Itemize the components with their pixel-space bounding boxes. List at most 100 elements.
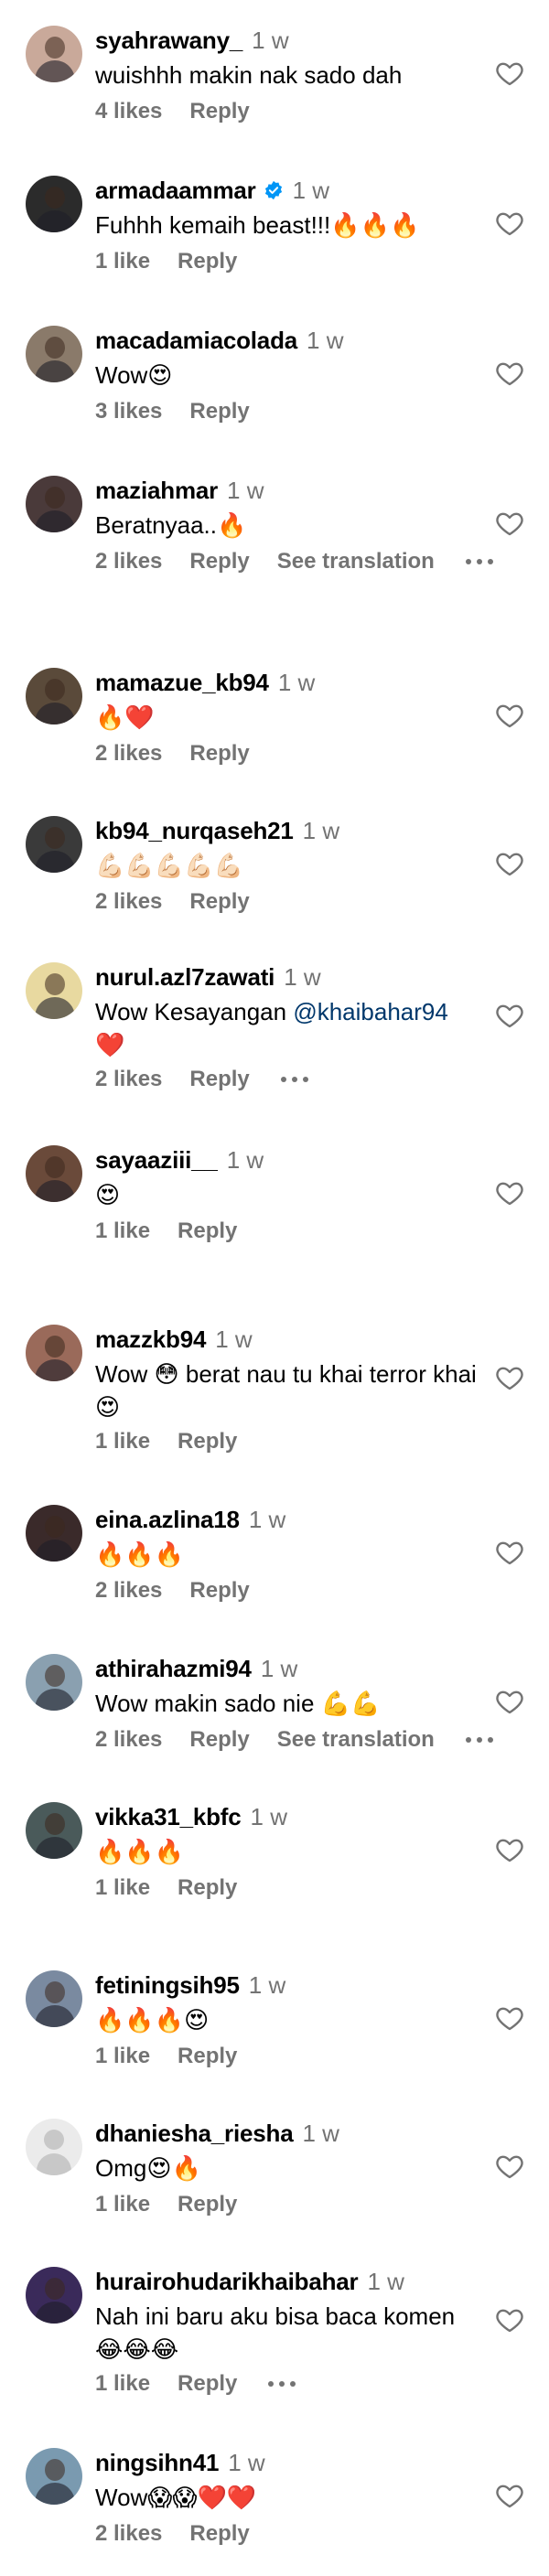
likes-count[interactable]: 2 likes [95, 1727, 162, 1753]
likes-count[interactable]: 1 like [95, 1218, 150, 1244]
more-dots-icon[interactable] [465, 559, 493, 564]
username[interactable]: ningsihn41 [95, 2449, 219, 2477]
heart-outline-icon[interactable] [494, 1835, 525, 1864]
avatar[interactable] [26, 26, 82, 82]
reply-button[interactable]: Reply [189, 549, 249, 574]
heart-outline-icon[interactable] [494, 1687, 525, 1716]
reply-button[interactable]: Reply [189, 889, 249, 915]
reply-button[interactable]: Reply [178, 2192, 237, 2217]
avatar[interactable] [26, 476, 82, 532]
heart-outline-icon[interactable] [494, 701, 525, 730]
username[interactable]: nurul.azl7zawati [95, 963, 274, 992]
avatar[interactable] [26, 1325, 82, 1381]
reply-button[interactable]: Reply [178, 1218, 237, 1244]
comment-text: 🔥🔥🔥 [95, 1540, 185, 1568]
comment-header: mazzkb94 1 w [95, 1325, 253, 1354]
likes-count[interactable]: 2 likes [95, 1578, 162, 1604]
comment-text: Beratnyaa..🔥 [95, 511, 247, 539]
comment-header: vikka31_kbfc 1 w [95, 1802, 287, 1831]
avatar[interactable] [26, 1145, 82, 1202]
avatar[interactable] [26, 1802, 82, 1859]
heart-outline-icon[interactable] [494, 1538, 525, 1567]
avatar[interactable] [26, 668, 82, 724]
comment-actions: 1 like Reply [95, 247, 264, 276]
avatar[interactable] [26, 816, 82, 873]
heart-outline-icon[interactable] [494, 2481, 525, 2510]
more-dots-icon[interactable] [280, 1077, 308, 1082]
reply-button[interactable]: Reply [189, 1067, 249, 1092]
heart-outline-icon[interactable] [494, 59, 525, 88]
likes-count[interactable]: 1 like [95, 2044, 150, 2069]
username[interactable]: mamazue_kb94 [95, 669, 269, 697]
reply-button[interactable]: Reply [178, 2044, 237, 2069]
heart-outline-icon[interactable] [494, 849, 525, 878]
heart-outline-icon[interactable] [494, 1001, 525, 1030]
likes-count[interactable]: 1 like [95, 249, 150, 274]
avatar[interactable] [26, 2119, 82, 2175]
username[interactable]: eina.azlina18 [95, 1506, 240, 1534]
username[interactable]: syahrawany_ [95, 27, 242, 55]
likes-count[interactable]: 2 likes [95, 741, 162, 767]
comment-actions: 1 like Reply [95, 2042, 264, 2071]
heart-outline-icon[interactable] [494, 2003, 525, 2033]
avatar[interactable] [26, 1505, 82, 1562]
comment-actions: 2 likes Reply [95, 2519, 277, 2549]
reply-button[interactable]: Reply [178, 249, 237, 274]
likes-count[interactable]: 4 likes [95, 99, 162, 124]
username[interactable]: armadaammar [95, 177, 256, 205]
comment-header: mamazue_kb94 1 w [95, 668, 315, 697]
heart-outline-icon[interactable] [494, 209, 525, 238]
heart-outline-icon[interactable] [494, 1178, 525, 1208]
see-translation-button[interactable]: See translation [277, 549, 435, 574]
avatar[interactable] [26, 176, 82, 232]
likes-count[interactable]: 1 like [95, 1875, 150, 1901]
mention-link[interactable]: @khaibahar94 [293, 998, 448, 1025]
username[interactable]: maziahmar [95, 477, 218, 505]
username[interactable]: macadamiacolada [95, 327, 297, 355]
likes-count[interactable]: 2 likes [95, 1067, 162, 1092]
comment-header: eina.azlina18 1 w [95, 1505, 285, 1534]
likes-count[interactable]: 2 likes [95, 2521, 162, 2547]
username[interactable]: fetiningsih95 [95, 1971, 240, 2000]
reply-button[interactable]: Reply [189, 2521, 249, 2547]
reply-button[interactable]: Reply [178, 2371, 237, 2397]
heart-outline-icon[interactable] [494, 2305, 525, 2334]
reply-button[interactable]: Reply [178, 1429, 237, 1454]
reply-button[interactable]: Reply [189, 1727, 249, 1753]
heart-outline-icon[interactable] [494, 359, 525, 388]
avatar[interactable] [26, 2448, 82, 2505]
username[interactable]: hurairohudarikhaibahar [95, 2268, 359, 2296]
likes-count[interactable]: 2 likes [95, 889, 162, 915]
username[interactable]: kb94_nurqaseh21 [95, 817, 294, 845]
reply-button[interactable]: Reply [178, 1875, 237, 1901]
username[interactable]: athirahazmi94 [95, 1655, 252, 1683]
heart-outline-icon[interactable] [494, 2152, 525, 2181]
avatar[interactable] [26, 326, 82, 382]
heart-outline-icon[interactable] [494, 509, 525, 538]
likes-count[interactable]: 3 likes [95, 399, 162, 424]
username[interactable]: vikka31_kbfc [95, 1803, 242, 1831]
heart-outline-icon[interactable] [494, 1363, 525, 1392]
more-dots-icon[interactable] [268, 2381, 296, 2387]
reply-button[interactable]: Reply [189, 741, 249, 767]
avatar[interactable] [26, 962, 82, 1019]
likes-count[interactable]: 1 like [95, 2192, 150, 2217]
comment-text: 🔥🔥🔥😍 [95, 2006, 210, 2034]
reply-button[interactable]: Reply [189, 1578, 249, 1604]
comment-actions: 1 like Reply [95, 1217, 264, 1246]
reply-button[interactable]: Reply [189, 399, 249, 424]
likes-count[interactable]: 1 like [95, 1429, 150, 1454]
timestamp: 1 w [228, 2448, 265, 2476]
likes-count[interactable]: 2 likes [95, 549, 162, 574]
username[interactable]: mazzkb94 [95, 1326, 206, 1354]
avatar[interactable] [26, 2267, 82, 2324]
likes-count[interactable]: 1 like [95, 2371, 150, 2397]
reply-button[interactable]: Reply [189, 99, 249, 124]
username[interactable]: dhaniesha_riesha [95, 2120, 294, 2148]
avatar[interactable] [26, 1654, 82, 1711]
avatar[interactable] [26, 1970, 82, 2027]
see-translation-button[interactable]: See translation [277, 1727, 435, 1753]
comment-actions: 1 like Reply [95, 1873, 264, 1903]
username[interactable]: sayaaziii__ [95, 1146, 218, 1175]
more-dots-icon[interactable] [465, 1737, 493, 1743]
